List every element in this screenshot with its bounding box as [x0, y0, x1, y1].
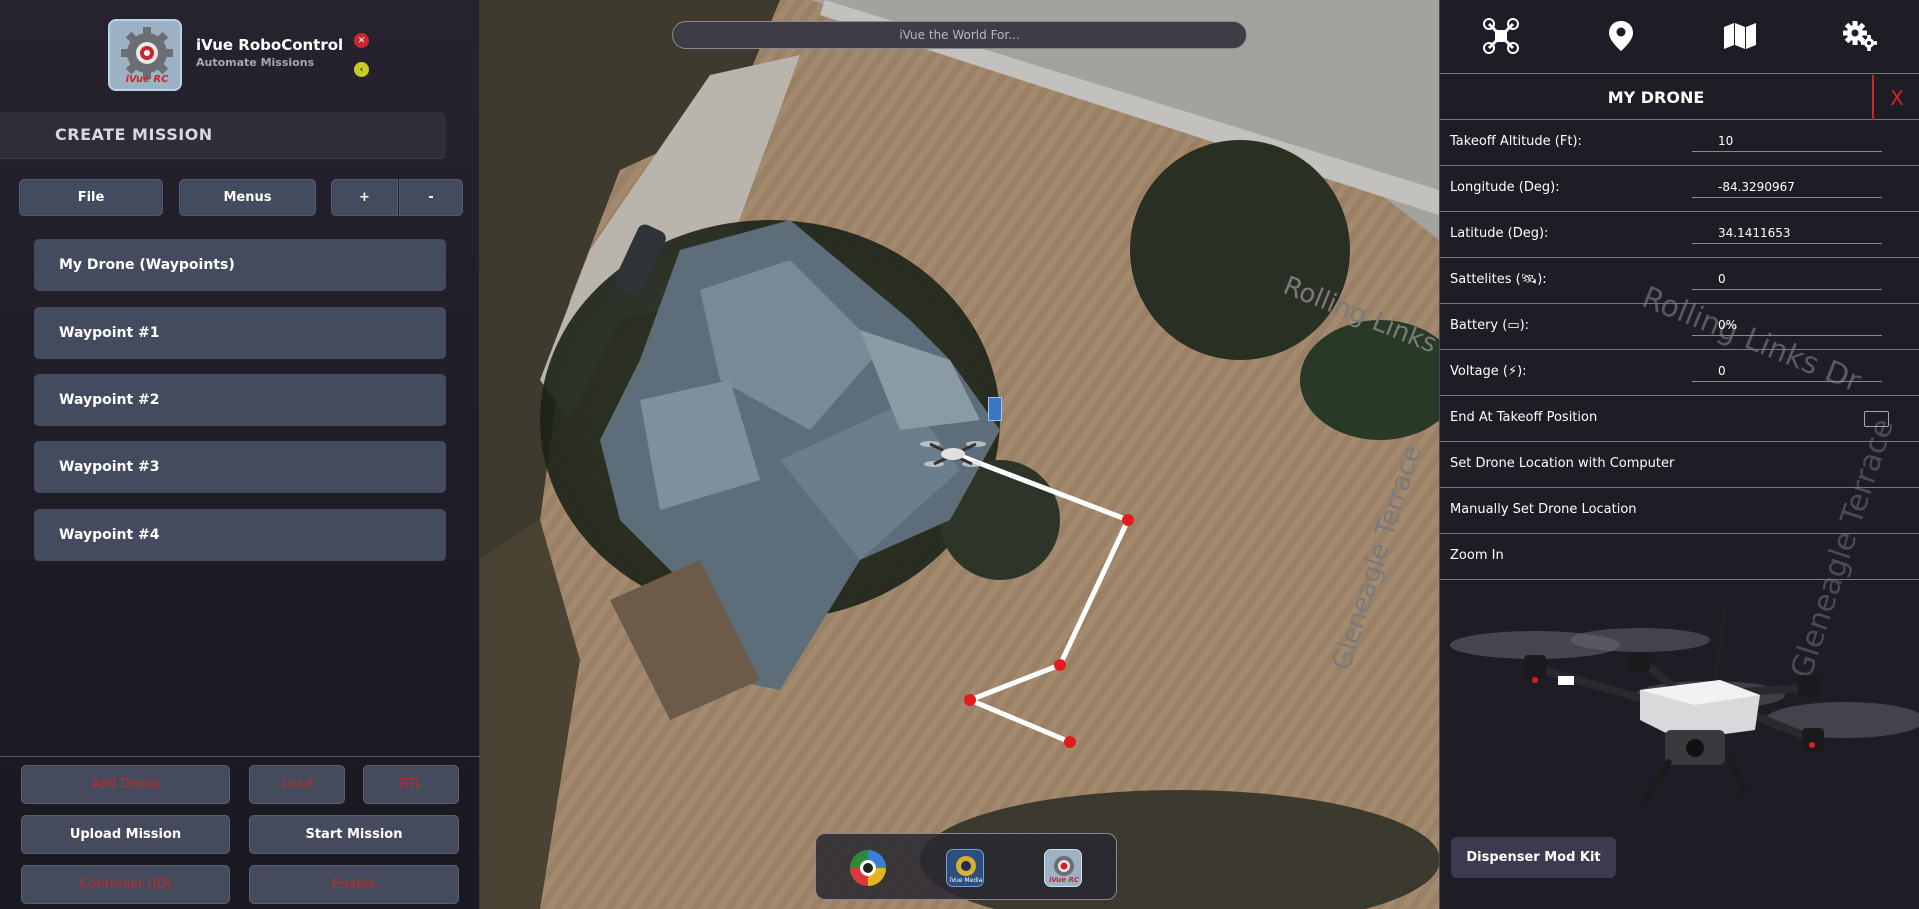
satellites-label: Sattelites (🛰):: [1450, 272, 1547, 287]
upload-mission-button[interactable]: Upload Mission: [21, 815, 230, 854]
option-end-at-takeoff[interactable]: End At Takeoff Position: [1440, 396, 1919, 442]
field-latitude: Latitude (Deg): 34.1411653: [1440, 212, 1919, 258]
map-icon[interactable]: [1720, 16, 1760, 56]
ivue-media-label: iVue Media: [949, 877, 983, 884]
create-mission-header: CREATE MISSION: [0, 112, 446, 159]
mission-item-waypoint-2[interactable]: Waypoint #2: [34, 374, 446, 426]
location-pin-icon[interactable]: [1601, 16, 1641, 56]
field-voltage: Voltage (⚡): 0: [1440, 350, 1919, 396]
mission-item-my-drone[interactable]: My Drone (Waypoints): [34, 239, 446, 291]
app-subtitle: Automate Missions: [196, 56, 315, 69]
home-position-icon[interactable]: [988, 397, 1002, 421]
drone-product-image: [1450, 609, 1919, 804]
drone-panel-title: MY DRONE: [1607, 88, 1705, 107]
close-panel-button[interactable]: X: [1872, 75, 1919, 120]
add-waypoint-button[interactable]: +: [331, 179, 398, 216]
satellites-value: 0: [1692, 268, 1882, 290]
drone-panel-header: MY DRONE X: [1440, 75, 1919, 120]
file-button[interactable]: File: [19, 179, 163, 216]
menus-button[interactable]: Menus: [179, 179, 316, 216]
ivue-media-icon[interactable]: iVue Media: [946, 849, 984, 887]
ivue-rc-label: iVue RC: [1048, 876, 1079, 884]
end-at-takeoff-label: End At Takeoff Position: [1450, 410, 1598, 425]
drone-icon[interactable]: [1481, 16, 1521, 56]
start-mission-button[interactable]: Start Mission: [249, 815, 459, 854]
settings-gears-icon[interactable]: [1840, 16, 1880, 56]
dispenser-mod-kit-button[interactable]: Dispenser Mod Kit: [1451, 837, 1616, 878]
field-battery: Battery (▭): 0%: [1440, 304, 1919, 350]
voltage-label: Voltage (⚡):: [1450, 364, 1527, 379]
takeoff-altitude-label: Takeoff Altitude (Ft):: [1450, 134, 1582, 149]
left-panel: iVue RC iVue RoboControl Automate Missio…: [0, 0, 480, 909]
field-satellites: Sattelites (🛰): 0: [1440, 258, 1919, 304]
ivue-rc-icon[interactable]: iVue RC: [1044, 849, 1082, 887]
map-search-input[interactable]: iVue the World For...: [672, 21, 1247, 49]
create-mission-label: CREATE MISSION: [55, 125, 213, 144]
back-arrow-icon[interactable]: ‹: [354, 62, 369, 77]
close-app-icon[interactable]: ✕: [354, 33, 369, 48]
longitude-label: Longitude (Deg):: [1450, 180, 1560, 195]
end-at-takeoff-checkbox[interactable]: [1864, 411, 1889, 427]
divider: [0, 756, 480, 757]
controller-id-button[interactable]: Controller (ID): [21, 865, 230, 904]
longitude-input[interactable]: -84.3290967: [1692, 176, 1882, 198]
battery-label: Battery (▭):: [1450, 318, 1530, 333]
app-dock: iVue Media iVue RC: [815, 833, 1117, 900]
mission-item-waypoint-3[interactable]: Waypoint #3: [34, 441, 446, 493]
ivue-robocontrol-logo: iVue RC: [108, 19, 182, 91]
add-drone-button[interactable]: Add Drone: [21, 765, 230, 804]
manual-location-label: Manually Set Drone Location: [1450, 502, 1637, 517]
satellite-map[interactable]: Rolling Links Dr Gleneagle Terrace iVue …: [480, 0, 1439, 909]
mission-item-waypoint-4[interactable]: Waypoint #4: [34, 509, 446, 561]
load-button[interactable]: Load: [249, 765, 345, 804]
option-manual-location[interactable]: Manually Set Drone Location: [1440, 488, 1919, 534]
set-location-computer-label: Set Drone Location with Computer: [1450, 456, 1675, 471]
drone-marker-icon[interactable]: [920, 434, 986, 474]
zoom-in-label: Zoom In: [1450, 548, 1504, 563]
logo-text: iVue RC: [125, 74, 169, 85]
mission-item-waypoint-1[interactable]: Waypoint #1: [34, 307, 446, 359]
camera-app-icon[interactable]: [849, 849, 887, 887]
field-longitude: Longitude (Deg): -84.3290967: [1440, 166, 1919, 212]
panel-nav: [1440, 0, 1919, 74]
battery-value: 0%: [1692, 314, 1882, 336]
latitude-label: Latitude (Deg):: [1450, 226, 1549, 241]
voltage-value: 0: [1692, 360, 1882, 382]
remove-waypoint-button[interactable]: -: [399, 179, 463, 216]
rtl-button[interactable]: RTL: [363, 765, 459, 804]
option-zoom-in[interactable]: Zoom In: [1440, 534, 1919, 580]
option-set-location-computer[interactable]: Set Drone Location with Computer: [1440, 442, 1919, 488]
enable-button[interactable]: Enable: [249, 865, 459, 904]
field-takeoff-altitude: Takeoff Altitude (Ft): 10: [1440, 120, 1919, 166]
latitude-input[interactable]: 34.1411653: [1692, 222, 1882, 244]
app-title: iVue RoboControl: [196, 36, 344, 54]
takeoff-altitude-input[interactable]: 10: [1692, 130, 1882, 152]
drone-details-panel: MY DRONE X Rolling Links Dr Gleneagle Te…: [1439, 0, 1919, 909]
